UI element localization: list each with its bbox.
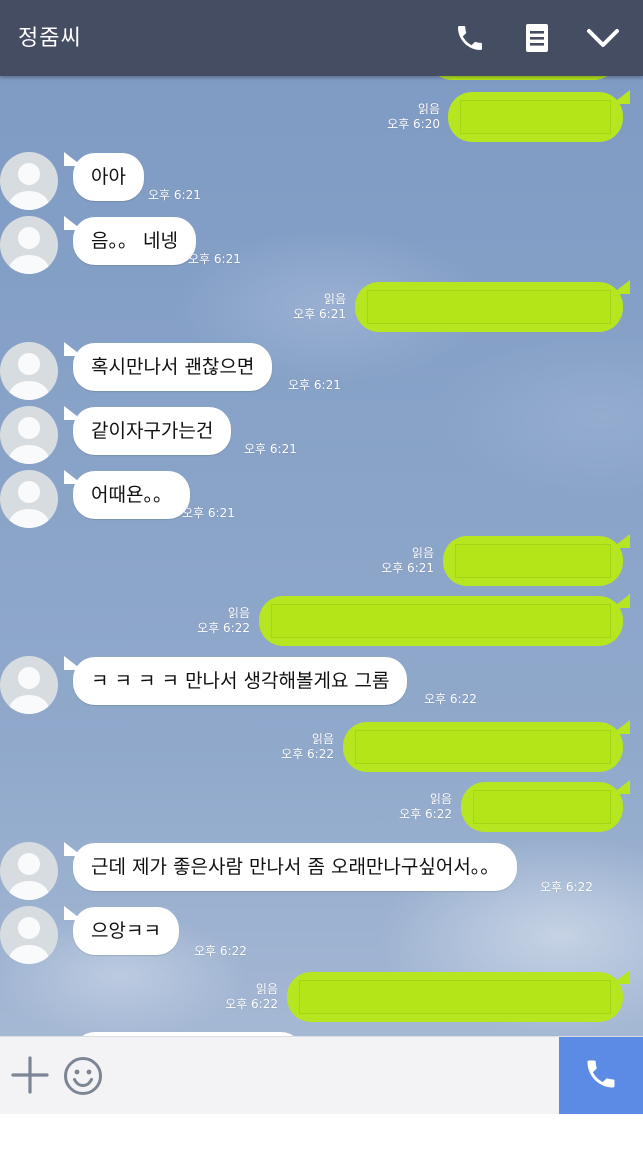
message-time: 오후 6:22 [540, 880, 593, 894]
read-receipt: 읽음 [227, 606, 250, 620]
outgoing-bubble[interactable] [461, 782, 623, 832]
read-receipt: 읽음 [255, 982, 278, 996]
avatar[interactable] [0, 216, 58, 274]
outgoing-bubble[interactable] [343, 722, 623, 772]
plus-icon[interactable] [10, 1055, 50, 1095]
message-time: 오후 6:21 [293, 307, 346, 321]
outgoing-bubble[interactable] [355, 282, 623, 332]
outgoing-bubble[interactable] [443, 536, 623, 586]
chat-header: 정줌씨 [0, 0, 643, 76]
incoming-bubble[interactable]: 음。。 네넹 [73, 217, 196, 265]
message-time: 오후 6:22 [281, 747, 334, 761]
phone-icon[interactable] [450, 18, 490, 58]
read-receipt: 읽음 [429, 792, 452, 806]
chevron-down-icon[interactable] [583, 18, 623, 58]
call-button[interactable] [559, 1037, 643, 1115]
message-time: 오후 6:21 [244, 442, 297, 456]
message-list[interactable]: 읽음 오후 6:20 아아 오후 6:21 음。。 네넹 오후 6:21 읽음 … [0, 76, 643, 1036]
outgoing-bubble[interactable] [259, 596, 623, 646]
message-time: 오후 6:20 [387, 117, 440, 131]
incoming-bubble[interactable]: ㅋ ㅋ ㅋ ㅋ 만나서 생각해볼게요 그롬 [73, 657, 408, 705]
incoming-bubble[interactable]: 근데 제가 좋은사람 만나서 좀 오래만나구싶어서。。 [73, 843, 518, 891]
avatar[interactable] [0, 906, 58, 964]
read-receipt: 읽음 [311, 732, 334, 746]
incoming-bubble[interactable]: 으앙ㅋㅋ [73, 907, 179, 955]
message-time: 오후 6:21 [288, 378, 341, 392]
bottom-blank-area [0, 1114, 643, 1152]
message-time: 오후 6:21 [381, 561, 434, 575]
message-input[interactable] [114, 1047, 546, 1105]
read-receipt: 읽음 [323, 292, 346, 306]
message-time: 오후 6:22 [399, 807, 452, 821]
incoming-bubble[interactable]: 아아 [73, 153, 144, 201]
phone-icon [583, 1056, 619, 1096]
avatar[interactable] [0, 470, 58, 528]
read-receipt: 읽음 [411, 546, 434, 560]
avatar[interactable] [0, 406, 58, 464]
message-time: 오후 6:22 [197, 621, 250, 635]
message-time: 오후 6:22 [225, 997, 278, 1011]
notes-icon[interactable] [517, 18, 557, 58]
avatar[interactable] [0, 342, 58, 400]
message-time: 오후 6:21 [188, 252, 241, 266]
emoji-icon[interactable] [62, 1055, 104, 1097]
chat-app: 정줌씨 읽음 오후 6:20 아아 오후 6:21 음。。 네넹 오후 6:21… [0, 0, 643, 1152]
message-input-bar [0, 1036, 643, 1115]
outgoing-bubble[interactable] [287, 972, 623, 1022]
read-receipt: 읽음 [417, 102, 440, 116]
avatar[interactable] [0, 152, 58, 210]
incoming-bubble[interactable]: 어때욘。。 [73, 471, 190, 519]
incoming-bubble[interactable]: 혹시만나서 괜찮으면 [73, 343, 273, 391]
message-time: 오후 6:22 [424, 692, 477, 706]
avatar[interactable] [0, 656, 58, 714]
message-time: 오후 6:22 [194, 944, 247, 958]
message-time: 오후 6:21 [182, 506, 235, 520]
chat-title: 정줌씨 [18, 26, 82, 51]
outgoing-bubble[interactable] [448, 92, 623, 142]
incoming-bubble[interactable]: 같이자구가는건 [73, 407, 232, 455]
outgoing-bubble-partial[interactable] [428, 76, 618, 80]
avatar[interactable] [0, 842, 58, 900]
message-time: 오후 6:21 [148, 188, 201, 202]
